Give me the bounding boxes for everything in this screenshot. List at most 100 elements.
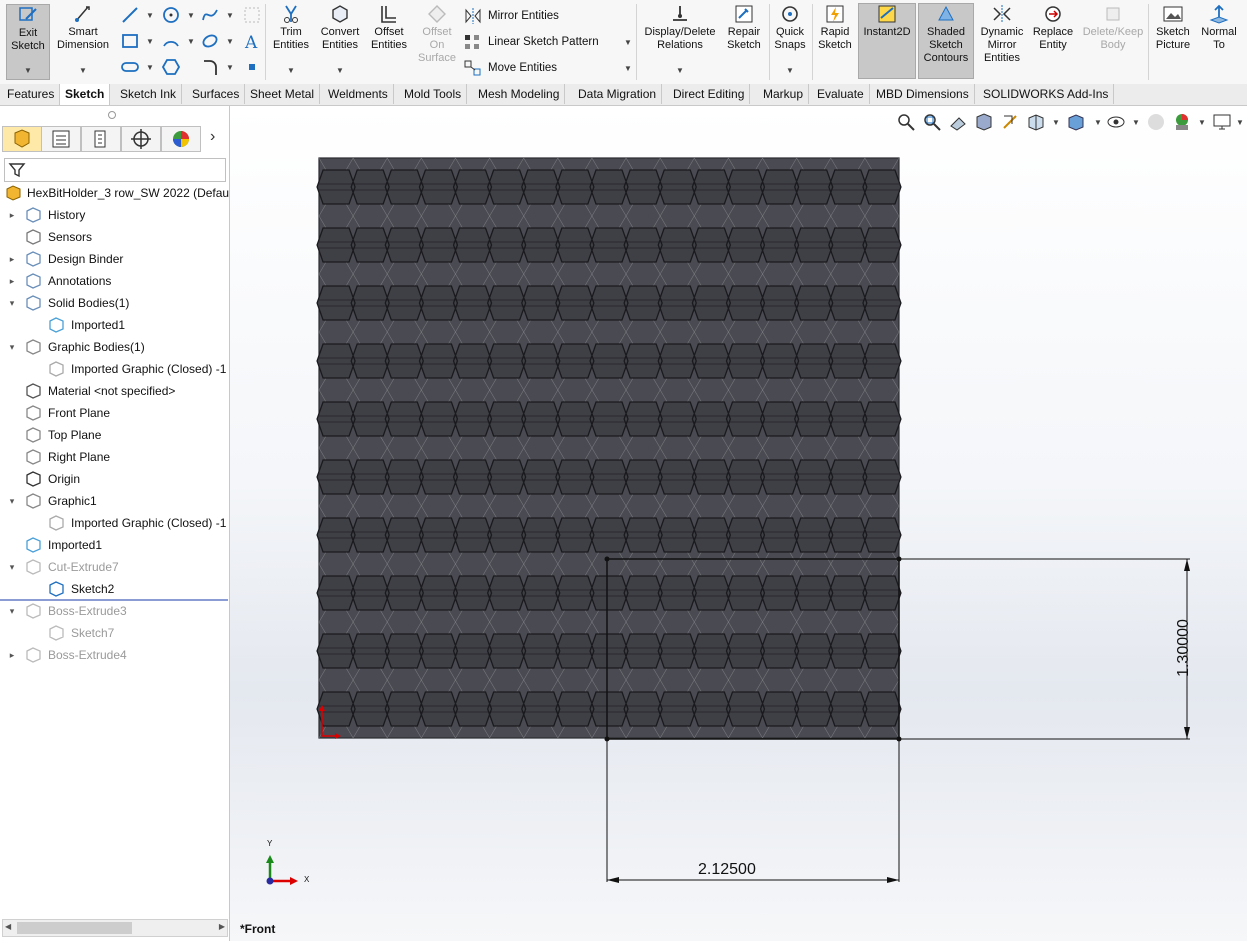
tab-mbd-dimensions[interactable]: MBD Dimensions (871, 84, 975, 104)
display-manager-tab[interactable] (161, 126, 201, 152)
tree-item[interactable]: Imported1 (0, 535, 229, 555)
tree-item[interactable]: Material <not specified> (0, 381, 229, 401)
tree-root-part[interactable]: HexBitHolder_3 row_SW 2022 (Default) (0, 183, 229, 203)
scrollbar-thumb[interactable] (17, 922, 132, 934)
dimxpert-manager-tab[interactable] (121, 126, 161, 152)
fillet-icon[interactable] (201, 58, 219, 76)
ellipse-dropdown-icon[interactable]: ▼ (226, 37, 234, 46)
tree-item[interactable]: Imported Graphic (Closed) -1 (0, 513, 229, 533)
spline-icon[interactable] (201, 6, 219, 24)
horizontal-dimension-value[interactable]: 2.12500 (698, 861, 756, 879)
instant2d-button[interactable]: Instant2D (858, 3, 916, 79)
tree-item[interactable]: Sensors (0, 227, 229, 247)
tab-weldments[interactable]: Weldments (323, 84, 394, 104)
sketch-fillet-icon[interactable] (243, 6, 261, 24)
circle-icon[interactable] (162, 6, 180, 24)
exit-sketch-dropdown-icon[interactable]: ▼ (24, 66, 32, 75)
rollback-bar[interactable] (0, 599, 228, 601)
tab-evaluate[interactable]: Evaluate (812, 84, 870, 104)
tree-item[interactable]: Imported Graphic (Closed) -1 (0, 359, 229, 379)
vertical-dimension[interactable] (899, 558, 1190, 740)
shaded-sketch-contours-button[interactable]: Shaded Sketch Contours (918, 3, 974, 79)
quick-snaps-dropdown-icon[interactable]: ▼ (786, 66, 794, 75)
rectangle-icon[interactable] (121, 32, 139, 50)
tab-data-migration[interactable]: Data Migration (573, 84, 663, 104)
expand-icon[interactable]: ▸ (7, 249, 17, 269)
point-icon[interactable] (243, 58, 261, 76)
arc-dropdown-icon[interactable]: ▼ (187, 37, 195, 46)
tree-item[interactable]: Front Plane (0, 403, 229, 423)
rapid-sketch-button[interactable]: Rapid Sketch (815, 4, 855, 52)
tree-item[interactable]: ▾ Cut-Extrude7 (0, 557, 229, 577)
tree-item[interactable]: Origin (0, 469, 229, 489)
expand-icon[interactable]: ▸ (7, 645, 17, 665)
fillet-dropdown-icon[interactable]: ▼ (226, 63, 234, 72)
tree-item[interactable]: ▸ Annotations (0, 271, 229, 291)
tree-item[interactable]: ▸ Design Binder (0, 249, 229, 269)
replace-entity-button[interactable]: Replace Entity (1030, 4, 1076, 52)
offset-on-surface-button[interactable]: Offset On Surface (416, 4, 458, 65)
tree-item[interactable]: ▸ History (0, 205, 229, 225)
expand-icon[interactable]: ▸ (7, 205, 17, 225)
panel-grip-icon[interactable] (108, 111, 116, 119)
ellipse-icon[interactable] (201, 32, 219, 50)
collapse-icon[interactable]: ▾ (7, 491, 17, 511)
quick-snaps-button[interactable]: Quick Snaps (771, 4, 809, 52)
chevron-right-icon[interactable]: › (210, 128, 215, 146)
hex-bit-holder-part[interactable] (316, 157, 902, 739)
text-icon[interactable]: A (243, 32, 261, 50)
scroll-left-icon[interactable]: ◀ (5, 922, 11, 931)
relations-dropdown-icon[interactable]: ▼ (676, 66, 684, 75)
spline-dropdown-icon[interactable]: ▼ (226, 11, 234, 20)
feature-manager-tab[interactable] (2, 126, 42, 152)
display-delete-relations-button[interactable]: Display/Delete Relations (641, 4, 719, 52)
normal-to-button[interactable]: Normal To (1198, 4, 1240, 52)
graphics-area[interactable]: ▼ ▼ ▼ ▼ ▼ 2.12500 1.30000 Y X *Front (230, 106, 1247, 941)
arc-icon[interactable] (162, 32, 180, 50)
repair-sketch-button[interactable]: Repair Sketch (722, 4, 766, 52)
trim-dropdown-icon[interactable]: ▼ (287, 66, 295, 75)
tree-item[interactable]: ▾ Solid Bodies(1) (0, 293, 229, 313)
tree-item[interactable]: Top Plane (0, 425, 229, 445)
move-dropdown-icon[interactable]: ▼ (624, 64, 632, 73)
polygon-icon[interactable] (162, 58, 180, 76)
rectangle-dropdown-icon[interactable]: ▼ (146, 37, 154, 46)
dynamic-mirror-button[interactable]: Dynamic Mirror Entities (977, 4, 1027, 65)
collapse-icon[interactable]: ▾ (7, 557, 17, 577)
sketch-picture-button[interactable]: Sketch Picture (1151, 4, 1195, 52)
offset-entities-button[interactable]: Offset Entities (368, 4, 410, 52)
delete-keep-body-button[interactable]: Delete/Keep Body (1080, 4, 1146, 52)
tab-surfaces[interactable]: Surfaces (187, 84, 246, 104)
tree-item[interactable]: Imported1 (0, 315, 229, 335)
mirror-entities-button[interactable]: Mirror Entities (464, 8, 559, 24)
expand-icon[interactable]: ▸ (7, 271, 17, 291)
collapse-icon[interactable]: ▾ (7, 337, 17, 357)
tab-sketch[interactable]: Sketch (59, 84, 111, 105)
tab-direct-editing[interactable]: Direct Editing (668, 84, 751, 104)
line-dropdown-icon[interactable]: ▼ (146, 11, 154, 20)
tab-features[interactable]: Features (2, 84, 61, 104)
circle-dropdown-icon[interactable]: ▼ (187, 11, 195, 20)
horizontal-scrollbar[interactable]: ◀ ▶ (2, 919, 228, 937)
linear-pattern-dropdown-icon[interactable]: ▼ (624, 38, 632, 47)
tree-item[interactable]: ▾ Graphic Bodies(1) (0, 337, 229, 357)
tree-filter[interactable] (4, 158, 226, 182)
convert-entities-button[interactable]: Convert Entities (318, 4, 362, 52)
linear-sketch-pattern-button[interactable]: Linear Sketch Pattern (464, 34, 599, 50)
scroll-right-icon[interactable]: ▶ (219, 922, 225, 931)
collapse-icon[interactable]: ▾ (7, 293, 17, 313)
property-manager-tab[interactable] (41, 126, 81, 152)
slot-dropdown-icon[interactable]: ▼ (146, 63, 154, 72)
slot-icon[interactable] (121, 58, 139, 76)
configuration-manager-tab[interactable] (81, 126, 121, 152)
smart-dimension-button[interactable]: Smart Dimension (54, 4, 112, 52)
collapse-icon[interactable]: ▾ (7, 601, 17, 621)
tab-sketch-ink[interactable]: Sketch Ink (115, 84, 183, 104)
tree-item[interactable]: Sketch7 (0, 623, 229, 643)
tab-mold-tools[interactable]: Mold Tools (399, 84, 468, 104)
smart-dimension-dropdown-icon[interactable]: ▼ (79, 66, 87, 75)
tree-item[interactable]: Right Plane (0, 447, 229, 467)
move-entities-button[interactable]: Move Entities (464, 60, 557, 76)
tree-item[interactable]: ▾ Graphic1 (0, 491, 229, 511)
tree-item[interactable]: Sketch2 (0, 579, 229, 599)
